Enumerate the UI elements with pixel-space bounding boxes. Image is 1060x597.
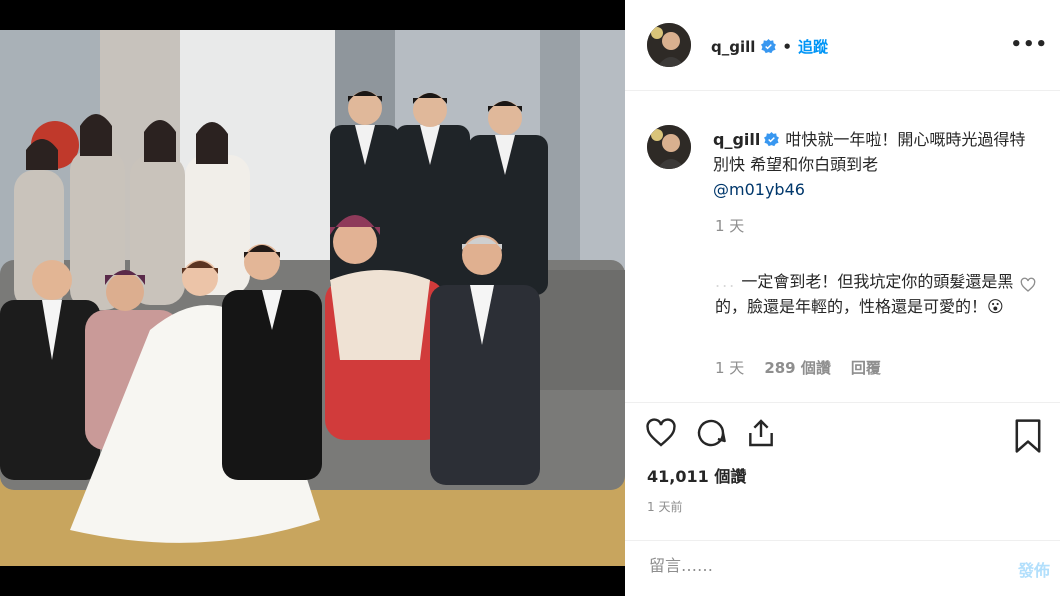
like-heart-icon[interactable] [645, 417, 677, 449]
post-side-panel: q_gill • 追蹤 ••• q_gill 咁快就一年啦！開心嘅時光過得特別快… [625, 0, 1060, 596]
photo-frame [0, 0, 625, 596]
post-photo[interactable] [0, 30, 625, 566]
wedding-photo-illustration [0, 30, 625, 566]
comment-like-heart-icon[interactable] [1020, 277, 1036, 293]
follow-button[interactable]: 追蹤 [798, 36, 828, 57]
post-time-ago: 1 天前 [647, 500, 683, 514]
more-options-icon[interactable]: ••• [1010, 34, 1048, 55]
comment-input[interactable] [647, 555, 971, 576]
post-actions: 41,011 個讚 1 天前 [625, 402, 1060, 514]
verified-badge-icon [764, 132, 780, 147]
caption-mention[interactable]: @m01yb46 [713, 177, 1033, 202]
comment-text: ... 一定會到老！但我坑定你的頭髮還是黑的，臉還是年輕的，性格還是可愛的！😮 [715, 269, 1015, 319]
comment-meta: 1 天 289 個讚 回覆 [715, 357, 881, 378]
verified-badge-icon [761, 39, 777, 54]
bookmark-icon[interactable] [1014, 419, 1042, 453]
share-icon[interactable] [745, 417, 777, 449]
action-icons [645, 417, 777, 449]
caption-avatar-image [647, 125, 691, 169]
caption-avatar[interactable] [647, 125, 691, 169]
caption-username[interactable]: q_gill [713, 130, 760, 149]
comment-likes[interactable]: 289 個讚 [764, 357, 831, 378]
username-link[interactable]: q_gill [711, 38, 755, 56]
separator-dot: • [782, 37, 792, 56]
comments-section: q_gill 咁快就一年啦！開心嘅時光過得特別快 希望和你白頭到老 @m01yb… [625, 91, 1060, 401]
post-header: q_gill • 追蹤 ••• [625, 0, 1060, 91]
add-comment-bar: 發佈 [625, 540, 1060, 597]
post-comment-button[interactable]: 發佈 [1018, 557, 1050, 581]
likes-count[interactable]: 41,011 個讚 [647, 463, 746, 487]
comment-username[interactable]: ... [715, 272, 736, 291]
avatar-image [647, 23, 691, 67]
comment-bubble-icon[interactable] [695, 417, 727, 449]
reply-button[interactable]: 回覆 [851, 357, 881, 378]
caption-time: 1 天 [715, 217, 745, 235]
comment-time: 1 天 [715, 359, 745, 377]
caption-text: q_gill 咁快就一年啦！開心嘅時光過得特別快 希望和你白頭到老 @m01yb… [713, 127, 1033, 202]
comment-body: 一定會到老！但我坑定你的頭髮還是黑的，臉還是年輕的，性格還是可愛的！😮 [715, 272, 1014, 316]
profile-avatar[interactable] [647, 23, 691, 67]
header-user-row: q_gill • 追蹤 [711, 36, 828, 57]
